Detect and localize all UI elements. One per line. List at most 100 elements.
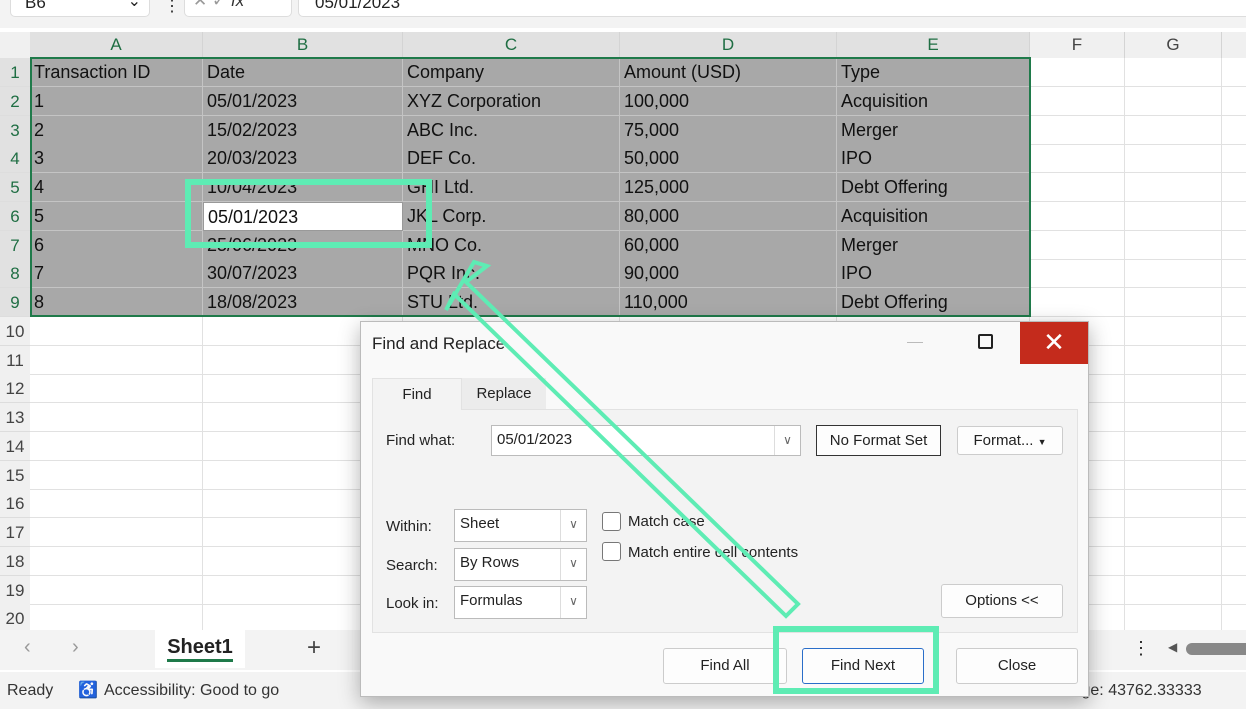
- cell[interactable]: 110,000: [620, 288, 837, 317]
- add-sheet-icon[interactable]: +: [307, 634, 321, 662]
- prev-sheet-icon[interactable]: ‹: [24, 636, 31, 659]
- find-next-button[interactable]: Find Next: [802, 648, 924, 684]
- cell[interactable]: [1125, 518, 1222, 547]
- row-header-18[interactable]: 18: [0, 546, 30, 576]
- no-format-set-button[interactable]: No Format Set: [816, 425, 941, 456]
- sheet-tab-sheet1[interactable]: Sheet1: [155, 630, 245, 668]
- cell[interactable]: [1030, 144, 1125, 174]
- cell[interactable]: [30, 518, 203, 547]
- cell[interactable]: 10/04/2023: [203, 173, 403, 202]
- cell[interactable]: [30, 403, 203, 432]
- cell[interactable]: [1030, 115, 1125, 145]
- cell[interactable]: [1125, 575, 1222, 605]
- cell[interactable]: [1125, 288, 1222, 317]
- row-header-14[interactable]: 14: [0, 431, 30, 461]
- row-header-9[interactable]: 9: [0, 288, 30, 317]
- cell[interactable]: [1222, 432, 1246, 461]
- cell[interactable]: [30, 431, 203, 461]
- select-all-corner[interactable]: [0, 32, 30, 58]
- cell[interactable]: [1125, 546, 1222, 576]
- cell[interactable]: [1125, 115, 1222, 145]
- cell[interactable]: Date: [203, 58, 403, 87]
- fx-icon[interactable]: fx: [231, 0, 244, 10]
- cell[interactable]: [30, 546, 203, 576]
- cell[interactable]: [1222, 87, 1246, 116]
- cell[interactable]: Debt Offering: [837, 288, 1030, 317]
- format-button[interactable]: Format... ▼: [957, 426, 1063, 455]
- find-all-button[interactable]: Find All: [663, 648, 787, 684]
- cell[interactable]: [1222, 547, 1246, 576]
- search-select[interactable]: By Rows ∨: [454, 548, 587, 581]
- cell[interactable]: 6: [30, 230, 203, 260]
- cell[interactable]: Acquisition: [837, 201, 1030, 231]
- cell[interactable]: STU Ltd.: [403, 288, 620, 317]
- column-header-e[interactable]: E: [837, 32, 1030, 58]
- row-header-3[interactable]: 3: [0, 115, 30, 145]
- cell[interactable]: Company: [403, 58, 620, 87]
- find-what-input[interactable]: 05/01/2023 ∨: [491, 425, 801, 456]
- cell[interactable]: Merger: [837, 115, 1030, 145]
- cell[interactable]: 3: [30, 144, 203, 174]
- cell[interactable]: [30, 460, 203, 490]
- chevron-down-icon[interactable]: ⌄: [128, 0, 141, 11]
- row-header-16[interactable]: 16: [0, 489, 30, 519]
- row-header-7[interactable]: 7: [0, 230, 30, 260]
- cell[interactable]: [1125, 144, 1222, 174]
- cell[interactable]: [1222, 202, 1246, 231]
- cell[interactable]: 4: [30, 173, 203, 202]
- cell[interactable]: ABC Inc.: [403, 115, 620, 145]
- cell[interactable]: 50,000: [620, 144, 837, 174]
- cell[interactable]: [1222, 144, 1246, 174]
- column-header-b[interactable]: B: [203, 32, 403, 58]
- cell[interactable]: 75,000: [620, 115, 837, 145]
- cell[interactable]: 5: [30, 201, 203, 231]
- cell[interactable]: [1222, 403, 1246, 432]
- cell[interactable]: [1125, 604, 1222, 634]
- cell[interactable]: [1222, 116, 1246, 145]
- name-box[interactable]: B6 ⌄: [10, 0, 150, 17]
- cell[interactable]: [1125, 58, 1222, 87]
- cell[interactable]: [1125, 489, 1222, 519]
- cell[interactable]: [1125, 403, 1222, 432]
- cell[interactable]: 60,000: [620, 230, 837, 260]
- column-header-a[interactable]: A: [30, 32, 203, 58]
- cell[interactable]: 100,000: [620, 86, 837, 116]
- column-header-c[interactable]: C: [403, 32, 620, 58]
- tab-replace[interactable]: Replace: [462, 378, 546, 410]
- cell[interactable]: Debt Offering: [837, 173, 1030, 202]
- cell[interactable]: [30, 374, 203, 404]
- within-select[interactable]: Sheet ∨: [454, 509, 587, 542]
- cell[interactable]: [1030, 58, 1125, 87]
- cell[interactable]: Acquisition: [837, 86, 1030, 116]
- match-case-label[interactable]: Match case: [628, 513, 705, 530]
- cell[interactable]: 18/08/2023: [203, 288, 403, 317]
- row-header-10[interactable]: 10: [0, 316, 30, 346]
- match-case-checkbox[interactable]: [602, 512, 621, 531]
- row-header-17[interactable]: 17: [0, 518, 30, 547]
- cell[interactable]: [1222, 576, 1246, 605]
- cell[interactable]: [1125, 460, 1222, 490]
- match-entire-label[interactable]: Match entire cell contents: [628, 544, 798, 561]
- cell[interactable]: 05/01/2023: [203, 201, 403, 231]
- row-header-1[interactable]: 1: [0, 58, 30, 87]
- row-header-19[interactable]: 19: [0, 575, 30, 605]
- accessibility-icon[interactable]: ♿: [78, 672, 98, 709]
- row-header-20[interactable]: 20: [0, 604, 30, 634]
- cell[interactable]: MNO Co.: [403, 230, 620, 260]
- cell[interactable]: [1125, 230, 1222, 260]
- cell[interactable]: XYZ Corporation: [403, 86, 620, 116]
- cell[interactable]: 8: [30, 288, 203, 317]
- cell[interactable]: [1125, 431, 1222, 461]
- close-button[interactable]: Close: [956, 648, 1078, 684]
- cell[interactable]: 1: [30, 86, 203, 116]
- cell[interactable]: IPO: [837, 259, 1030, 289]
- cell[interactable]: Merger: [837, 230, 1030, 260]
- cell[interactable]: Type: [837, 58, 1030, 87]
- more-options-icon[interactable]: ⋮: [1132, 638, 1150, 659]
- cell[interactable]: [1222, 317, 1246, 346]
- row-header-11[interactable]: 11: [0, 345, 30, 375]
- accessibility-status[interactable]: Accessibility: Good to go: [104, 672, 279, 709]
- close-icon[interactable]: ✕: [1020, 322, 1088, 364]
- cell[interactable]: [1030, 86, 1125, 116]
- match-entire-checkbox[interactable]: [602, 542, 621, 561]
